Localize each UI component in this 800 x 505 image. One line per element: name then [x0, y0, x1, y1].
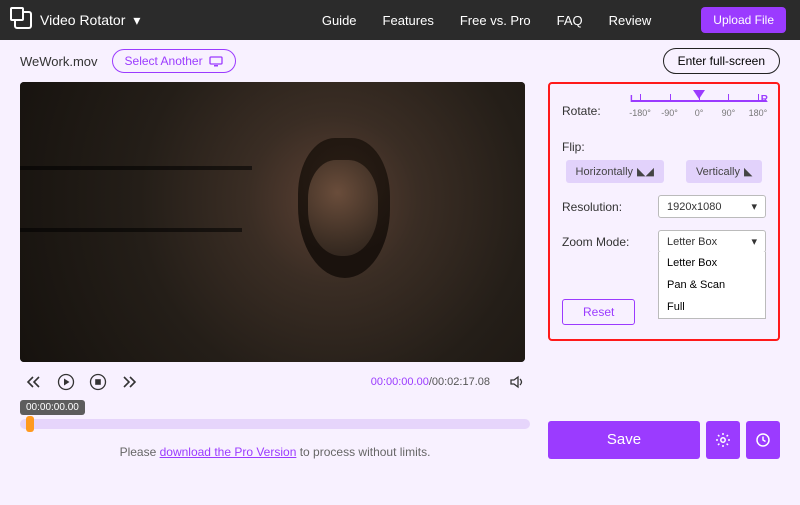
zoom-option-full[interactable]: Full — [659, 296, 765, 318]
flip-vertical-button[interactable]: Vertically◣ — [686, 160, 763, 183]
video-preview[interactable] — [20, 82, 525, 362]
rotate-slider[interactable]: L R -180° -90° 0° 90° 180° — [632, 94, 766, 128]
zoom-label: Zoom Mode: — [562, 235, 652, 249]
resolution-label: Resolution: — [562, 200, 652, 214]
bottom-actions: Save — [548, 407, 780, 459]
pro-message: Please download the Pro Version to proce… — [20, 445, 530, 459]
seek-tooltip: 00:00:00.00 — [20, 400, 85, 415]
brand-title: Video Rotator — [40, 12, 125, 28]
stop-icon[interactable] — [88, 372, 108, 392]
save-button[interactable]: Save — [548, 421, 700, 459]
seek-thumb[interactable] — [26, 416, 34, 432]
topbar: Video Rotator ▾ Guide Features Free vs. … — [0, 0, 800, 40]
nav: Guide Features Free vs. Pro FAQ Review U… — [322, 7, 786, 33]
pro-link[interactable]: download the Pro Version — [160, 445, 297, 459]
settings-column: Rotate: L R -180° -90° 0° 90° 180° Flip:… — [548, 82, 780, 459]
step-forward-icon[interactable] — [120, 372, 140, 392]
time-current: 00:00:00.00 — [371, 376, 429, 388]
zoom-option-panscan[interactable]: Pan & Scan — [659, 274, 765, 296]
time-total: /00:02:17.08 — [429, 376, 490, 388]
subbar: WeWork.mov Select Another Enter full-scr… — [0, 40, 800, 82]
brand-icon — [14, 11, 32, 29]
play-icon[interactable] — [56, 372, 76, 392]
time-display: 00:00:00.00/00:02:17.08 — [371, 376, 490, 388]
player-controls: 00:00:00.00/00:02:17.08 — [20, 362, 530, 398]
flip-label: Flip: — [562, 140, 585, 154]
player-column: 00:00:00.00/00:02:17.08 00:00:00.00 Plea… — [20, 82, 530, 459]
chevron-down-icon: ▾ — [751, 235, 757, 248]
filename: WeWork.mov — [20, 54, 98, 69]
history-button[interactable] — [746, 421, 780, 459]
monitor-icon — [209, 56, 223, 67]
settings-button[interactable] — [706, 421, 740, 459]
select-another-label: Select Another — [125, 54, 203, 68]
nav-faq[interactable]: FAQ — [557, 13, 583, 28]
rotate-label: Rotate: — [562, 104, 632, 118]
zoom-option-letterbox[interactable]: Letter Box — [659, 252, 765, 274]
rotate-panel: Rotate: L R -180° -90° 0° 90° 180° Flip:… — [548, 82, 780, 341]
nav-features[interactable]: Features — [383, 13, 434, 28]
flip-horizontal-icon: ◣◢ — [637, 165, 654, 178]
volume-icon[interactable] — [510, 375, 526, 389]
gear-icon — [715, 432, 731, 448]
slider-thumb[interactable] — [693, 90, 705, 99]
clock-icon — [755, 432, 771, 448]
resolution-select[interactable]: 1920x1080▾ — [658, 195, 766, 218]
zoom-dropdown: Letter Box Pan & Scan Full — [658, 252, 766, 319]
chevron-down-icon: ▾ — [133, 12, 140, 29]
reset-button[interactable]: Reset — [562, 299, 635, 325]
flip-vertical-icon: ◣ — [744, 165, 752, 178]
nav-guide[interactable]: Guide — [322, 13, 357, 28]
zoom-select[interactable]: Letter Box▾ — [658, 230, 766, 253]
brand[interactable]: Video Rotator ▾ — [14, 11, 140, 29]
seek-bar[interactable] — [20, 419, 530, 429]
select-another-button[interactable]: Select Another — [112, 49, 236, 73]
nav-review[interactable]: Review — [609, 13, 652, 28]
nav-free-vs-pro[interactable]: Free vs. Pro — [460, 13, 531, 28]
chevron-down-icon: ▾ — [751, 200, 757, 213]
flip-horizontal-button[interactable]: Horizontally◣◢ — [566, 160, 664, 183]
step-back-icon[interactable] — [24, 372, 44, 392]
fullscreen-button[interactable]: Enter full-screen — [663, 48, 780, 74]
upload-button[interactable]: Upload File — [701, 7, 786, 33]
